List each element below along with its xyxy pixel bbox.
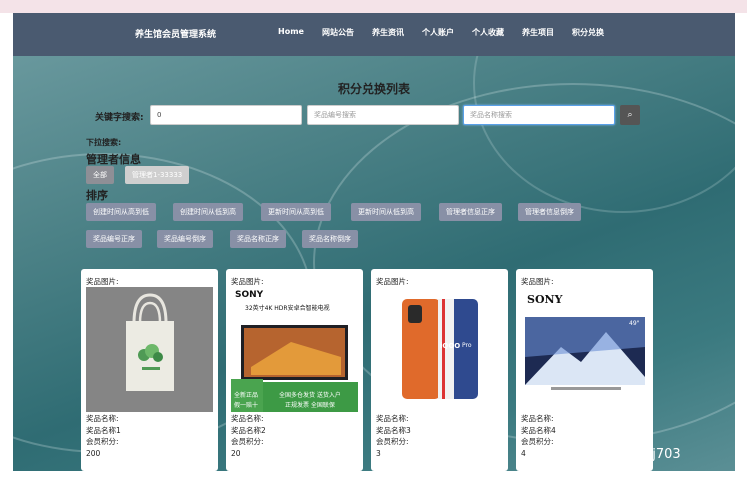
prize-name-label: 奖品名称: [231, 414, 264, 423]
browser-content: 养生馆会员管理系统 Home 网站公告 养生资讯 个人账户 个人收藏 养生项目 … [13, 13, 735, 471]
nav-projects[interactable]: 养生项目 [522, 27, 554, 38]
prize-image[interactable] [86, 287, 213, 412]
nav-links: Home 网站公告 养生资讯 个人账户 个人收藏 养生项目 积分兑换 [278, 27, 622, 38]
top-strip [0, 0, 747, 13]
prize-image-label: 奖品图片: [521, 277, 554, 286]
prize-info: 奖品名称: 奖品名称2 会员积分: 20 [231, 413, 266, 459]
tv-model-text: 32英寸4K HDR安卓合智能电视 [245, 305, 330, 312]
sort-prize-no-desc[interactable]: 奖品编号倒序 [157, 230, 213, 248]
tv-banner-2: 正规发票 全国联保 [285, 402, 335, 409]
prize-info: 奖品名称: 奖品名称1 会员积分: 200 [86, 413, 121, 459]
prize-name-input[interactable]: 奖品名称搜索 [463, 105, 615, 125]
sony-logo: SONY [235, 290, 264, 300]
admin-chip-1[interactable]: 管理者1-33333 [125, 166, 190, 184]
tv-banner-1: 全国多仓发货 送货入户 [279, 392, 341, 399]
sony-logo: SONY [527, 293, 563, 306]
prize-card[interactable]: 奖品图片: SONY 49" 奖品名称: 奖品名称4 会员积分: 4 [516, 269, 653, 471]
prize-card[interactable]: 奖品图片: SONY 32英寸4K HDR安卓合智能电视 全新正品 假一赔十 全… [226, 269, 363, 471]
nav-health-news[interactable]: 养生资讯 [372, 27, 404, 38]
nav-account[interactable]: 个人账户 [422, 27, 454, 38]
search-icon: ⌕ [627, 110, 633, 120]
prize-card[interactable]: 奖品图片: 奖品名称: 奖品名称1 会员积分: 200 [81, 269, 218, 471]
dropdown-label: 下拉搜索: [86, 138, 122, 147]
prize-name-label: 奖品名称: [521, 414, 554, 423]
prize-name: 奖品名称4 [521, 425, 556, 435]
points-label: 会员积分: [376, 437, 409, 446]
prize-card[interactable]: 奖品图片: iQOO Pro 奖品名称: 奖品名称3 会员积分: 3 [371, 269, 508, 471]
sort-prize-name-desc[interactable]: 奖品名称倒序 [302, 230, 358, 248]
points-value: 200 [86, 448, 101, 458]
prize-image[interactable]: iQOO Pro [376, 287, 503, 412]
prize-image[interactable]: SONY 32英寸4K HDR安卓合智能电视 全新正品 假一赔十 全国多仓发货 … [231, 287, 358, 412]
sort-created-asc[interactable]: 创建时间从低到高 [173, 203, 243, 221]
watermark: CSDN @weixin_bysj703 [527, 447, 681, 462]
tote-bag-image [86, 287, 213, 412]
nav-notice[interactable]: 网站公告 [322, 27, 354, 38]
admin-section-title: 管理者信息 [86, 153, 141, 166]
admin-chip-all[interactable]: 全部 [86, 166, 114, 184]
prize-name-label: 奖品名称: [376, 414, 409, 423]
sort-updated-desc[interactable]: 更新时间从高到低 [261, 203, 331, 221]
keyword-label: 关键字搜索: [95, 113, 144, 123]
tv-badge-2: 假一赔十 [234, 402, 259, 409]
points-value: 3 [376, 448, 381, 458]
prize-image-label: 奖品图片: [231, 277, 264, 286]
tv-badge-1: 全新正品 [234, 392, 259, 399]
keyword-input[interactable]: 0 [150, 105, 302, 125]
prize-image-label: 奖品图片: [376, 277, 409, 286]
points-label: 会员积分: [86, 437, 119, 446]
prize-no-input[interactable]: 奖品编号搜索 [307, 105, 459, 125]
points-label: 会员积分: [521, 437, 554, 446]
prize-image[interactable]: SONY 49" [521, 287, 648, 412]
sort-created-desc[interactable]: 创建时间从高到低 [86, 203, 156, 221]
prize-info: 奖品名称: 奖品名称3 会员积分: 3 [376, 413, 411, 459]
points-value: 20 [231, 448, 241, 458]
sort-prize-no-asc[interactable]: 奖品编号正序 [86, 230, 142, 248]
prize-name-label: 奖品名称: [86, 414, 119, 423]
search-button[interactable]: ⌕ [620, 105, 640, 125]
nav-points-exchange[interactable]: 积分兑换 [572, 27, 604, 38]
prize-name: 奖品名称3 [376, 425, 411, 435]
sort-admin-desc[interactable]: 管理者信息倒序 [518, 203, 581, 221]
prize-name: 奖品名称2 [231, 425, 266, 435]
prize-name: 奖品名称1 [86, 425, 121, 435]
sort-prize-name-asc[interactable]: 奖品名称正序 [230, 230, 286, 248]
sort-updated-asc[interactable]: 更新时间从低到高 [351, 203, 421, 221]
nav-favorites[interactable]: 个人收藏 [472, 27, 504, 38]
prize-image-label: 奖品图片: [86, 277, 119, 286]
phone-brand: iQOO [440, 342, 461, 350]
top-nav: 养生馆会员管理系统 Home 网站公告 养生资讯 个人账户 个人收藏 养生项目 … [13, 13, 735, 56]
tv-size: 49" [629, 320, 640, 327]
sort-section-title: 排序 [86, 189, 108, 202]
phone-model: Pro [462, 342, 472, 349]
site-brand[interactable]: 养生馆会员管理系统 [135, 27, 216, 40]
page-title: 积分兑换列表 [337, 82, 410, 96]
sort-admin-asc[interactable]: 管理者信息正序 [439, 203, 502, 221]
points-label: 会员积分: [231, 437, 264, 446]
nav-home[interactable]: Home [278, 27, 304, 38]
